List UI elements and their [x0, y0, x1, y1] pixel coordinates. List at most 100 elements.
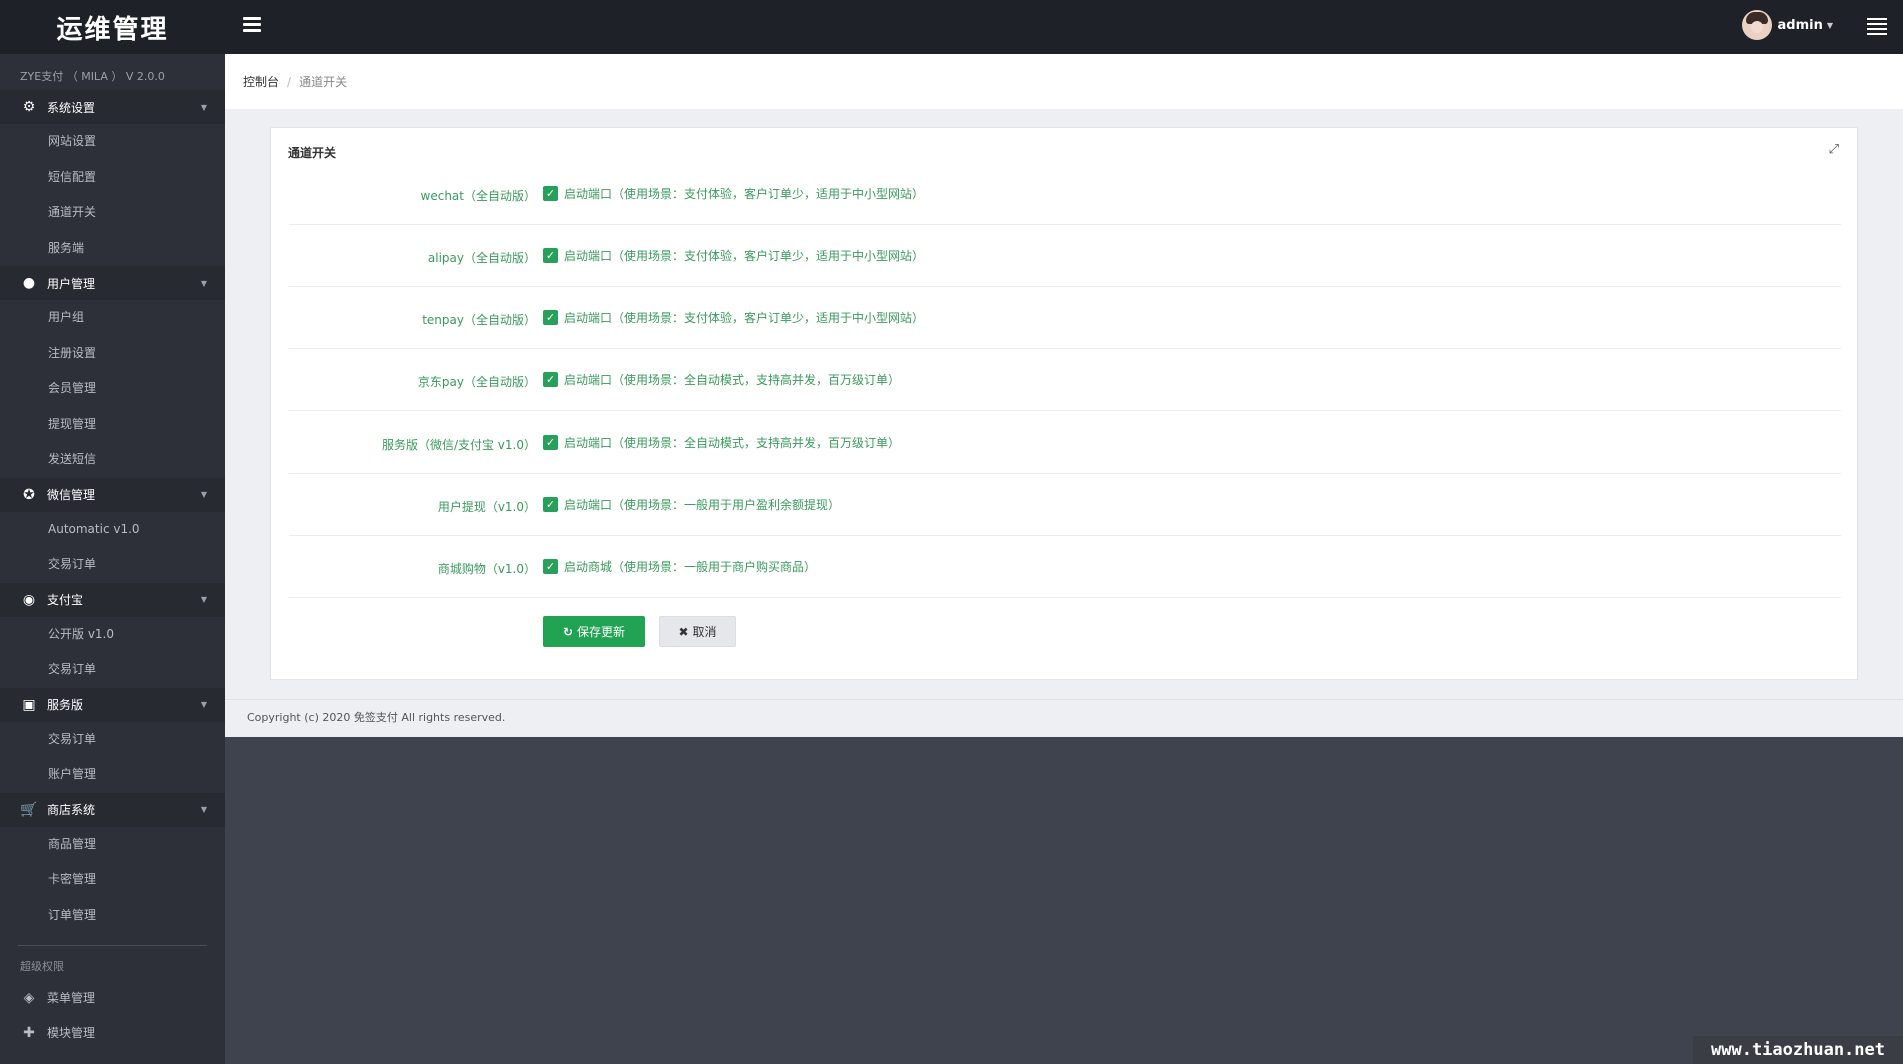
sidebar-item-label: 菜单管理	[47, 991, 96, 1005]
alipay-icon: ◉	[22, 591, 36, 608]
sidebar-item[interactable]: 网站设置	[0, 124, 225, 160]
cube-icon: ◈	[23, 989, 35, 1006]
checkbox-checked-icon[interactable]: ✓	[543, 186, 558, 201]
sidebar-group-label: 用户管理	[47, 276, 96, 291]
sidebar-item[interactable]: 商品管理	[0, 827, 225, 863]
sidebar-item[interactable]: 通道开关	[0, 195, 225, 231]
main-content: 控制台 / 通道开关 通道开关 ⤢ wechat（全自动版） ✓ 启动端口（使用…	[225, 54, 1903, 736]
channel-row: wechat（全自动版） ✓ 启动端口（使用场景：支付体验，客户订单少，适用于中…	[289, 163, 1841, 225]
channel-label: 商城购物（v1.0）	[437, 562, 536, 576]
sidebar-group-wechat[interactable]: ✪ 微信管理 ▼	[0, 477, 225, 512]
save-button-label: 保存更新	[577, 625, 626, 639]
sidebar: ZYE支付 （ MILA ） V 2.0.0 ⚙ 系统设置 ▼ 网站设置 短信配…	[0, 54, 225, 1064]
puzzle-icon: ✚	[23, 1024, 35, 1041]
checkbox-label: 启动端口（使用场景：支付体验，客户订单少，适用于中小型网站）	[564, 311, 925, 325]
sidebar-item-module-management[interactable]: ✚ 模块管理	[0, 1015, 225, 1050]
form-actions: ↻ 保存更新 ✖ 取消	[543, 616, 736, 647]
checkbox-checked-icon[interactable]: ✓	[543, 248, 558, 263]
watermark: www.tiaozhuan.net	[1693, 1036, 1903, 1064]
sidebar-group-label: 商店系统	[47, 803, 96, 817]
breadcrumb-current: 通道开关	[299, 75, 348, 89]
channel-checkbox[interactable]: ✓ 启动端口（使用场景：一般用于用户盈利余额提现）	[543, 496, 840, 513]
expand-icon[interactable]: ⤢	[1829, 142, 1839, 157]
sidebar-item[interactable]: 卡密管理	[0, 862, 225, 898]
sidebar-item[interactable]: 注册设置	[0, 336, 225, 372]
sidebar-item[interactable]: 短信配置	[0, 160, 225, 196]
channel-checkbox[interactable]: ✓ 启动端口（使用场景：支付体验，客户订单少，适用于中小型网站）	[543, 309, 924, 326]
cart-icon: 🛒	[20, 801, 38, 818]
sidebar-toggle-icon[interactable]	[243, 17, 261, 33]
sidebar-item[interactable]: 订单管理	[0, 898, 225, 934]
super-permissions-title: 超级权限	[20, 960, 64, 973]
sidebar-item-menu-management[interactable]: ◈ 菜单管理	[0, 980, 225, 1015]
sidebar-group-shop[interactable]: 🛒 商店系统 ▼	[0, 792, 225, 827]
app-logo[interactable]: 运维管理	[0, 0, 225, 54]
chevron-down-icon: ▼	[200, 278, 207, 288]
checkbox-checked-icon[interactable]: ✓	[543, 435, 558, 450]
sidebar-group-label: 服务版	[47, 698, 84, 712]
channel-checkbox[interactable]: ✓ 启动端口（使用场景：支付体验，客户订单少，适用于中小型网站）	[543, 247, 924, 264]
checkbox-checked-icon[interactable]: ✓	[543, 559, 558, 574]
checkbox-label: 启动商城（使用场景：一般用于商户购买商品）	[564, 560, 817, 574]
checkbox-label: 启动端口（使用场景：全自动模式，支持高并发，百万级订单）	[564, 436, 901, 450]
channel-checkbox[interactable]: ✓ 启动端口（使用场景：支付体验，客户订单少，适用于中小型网站）	[543, 185, 924, 202]
app-version: ZYE支付 （ MILA ） V 2.0.0	[20, 70, 165, 83]
checkbox-label: 启动端口（使用场景：全自动模式，支持高并发，百万级订单）	[564, 373, 901, 387]
checkbox-label: 启动端口（使用场景：支付体验，客户订单少，适用于中小型网站）	[564, 187, 925, 201]
channel-label: tenpay（全自动版）	[422, 313, 536, 327]
sidebar-group-label: 微信管理	[47, 488, 96, 502]
sidebar-group-users[interactable]: ● 用户管理 ▼	[0, 266, 225, 300]
checkbox-label: 启动端口（使用场景：一般用于用户盈利余额提现）	[564, 498, 841, 512]
panel-title: 通道开关	[288, 146, 337, 160]
channel-row: 京东pay（全自动版） ✓ 启动端口（使用场景：全自动模式，支持高并发，百万级订…	[289, 349, 1841, 411]
checkbox-checked-icon[interactable]: ✓	[543, 310, 558, 325]
channel-checkbox[interactable]: ✓ 启动端口（使用场景：全自动模式，支持高并发，百万级订单）	[543, 371, 900, 388]
sidebar-item[interactable]: 提现管理	[0, 407, 225, 443]
checkbox-checked-icon[interactable]: ✓	[543, 372, 558, 387]
chevron-down-icon: ▼	[1826, 20, 1833, 30]
sidebar-item-label: 模块管理	[47, 1026, 96, 1040]
sidebar-item[interactable]: 服务端	[0, 231, 225, 267]
channel-label: alipay（全自动版）	[427, 251, 536, 265]
wechat-icon: ✪	[23, 486, 35, 503]
sidebar-item[interactable]: 交易订单	[0, 547, 225, 583]
footer-copyright: Copyright (c) 2020 免签支付 All rights reser…	[225, 699, 1903, 737]
breadcrumb-separator: /	[287, 74, 292, 89]
chevron-down-icon: ▼	[200, 490, 207, 499]
breadcrumb-home[interactable]: 控制台	[243, 73, 279, 90]
sidebar-item[interactable]: 账户管理	[0, 757, 225, 793]
channel-label: wechat（全自动版）	[420, 189, 536, 203]
sidebar-group-label: 系统设置	[47, 100, 96, 115]
sidebar-group-service[interactable]: ▣ 服务版 ▼	[0, 687, 225, 722]
cancel-button[interactable]: ✖ 取消	[659, 616, 736, 647]
channel-label: 京东pay（全自动版）	[417, 375, 536, 389]
sidebar-item[interactable]: 交易订单	[0, 652, 225, 688]
sidebar-item[interactable]: 交易订单	[0, 722, 225, 758]
channel-row: 服务版（微信/支付宝 v1.0） ✓ 启动端口（使用场景：全自动模式，支持高并发…	[289, 412, 1841, 474]
close-icon: ✖	[678, 624, 689, 639]
channel-switch-panel: 通道开关 ⤢ wechat（全自动版） ✓ 启动端口（使用场景：支付体验，客户订…	[270, 127, 1858, 680]
sidebar-item[interactable]: 会员管理	[0, 371, 225, 407]
channel-label: 服务版（微信/支付宝 v1.0）	[381, 438, 536, 452]
sidebar-group-alipay[interactable]: ◉ 支付宝 ▼	[0, 582, 225, 617]
chevron-down-icon: ▼	[200, 805, 207, 814]
sidebar-item[interactable]: 用户组	[0, 300, 225, 336]
sidebar-item[interactable]: Automatic v1.0	[0, 512, 225, 548]
right-menu-icon[interactable]	[1867, 18, 1887, 35]
sidebar-item[interactable]: 发送短信	[0, 442, 225, 478]
sidebar-group-label: 支付宝	[47, 593, 84, 607]
channel-row: 用户提现（v1.0） ✓ 启动端口（使用场景：一般用于用户盈利余额提现）	[289, 474, 1841, 536]
checkbox-checked-icon[interactable]: ✓	[543, 497, 558, 512]
save-button[interactable]: ↻ 保存更新	[543, 616, 645, 647]
sidebar-group-system[interactable]: ⚙ 系统设置 ▼	[0, 90, 225, 124]
channel-checkbox[interactable]: ✓ 启动端口（使用场景：全自动模式，支持高并发，百万级订单）	[543, 434, 900, 451]
user-menu[interactable]: admin ▼	[1741, 10, 1833, 40]
sidebar-item[interactable]: 公开版 v1.0	[0, 617, 225, 653]
username: admin	[1777, 17, 1823, 33]
cancel-button-label: 取消	[692, 625, 717, 639]
top-navbar: 运维管理 admin ▼	[0, 0, 1903, 54]
breadcrumb: 控制台 / 通道开关	[225, 54, 1903, 109]
channel-checkbox[interactable]: ✓ 启动商城（使用场景：一般用于商户购买商品）	[543, 558, 816, 575]
avatar	[1741, 10, 1772, 40]
channel-row: 商城购物（v1.0） ✓ 启动商城（使用场景：一般用于商户购买商品）	[289, 536, 1841, 598]
